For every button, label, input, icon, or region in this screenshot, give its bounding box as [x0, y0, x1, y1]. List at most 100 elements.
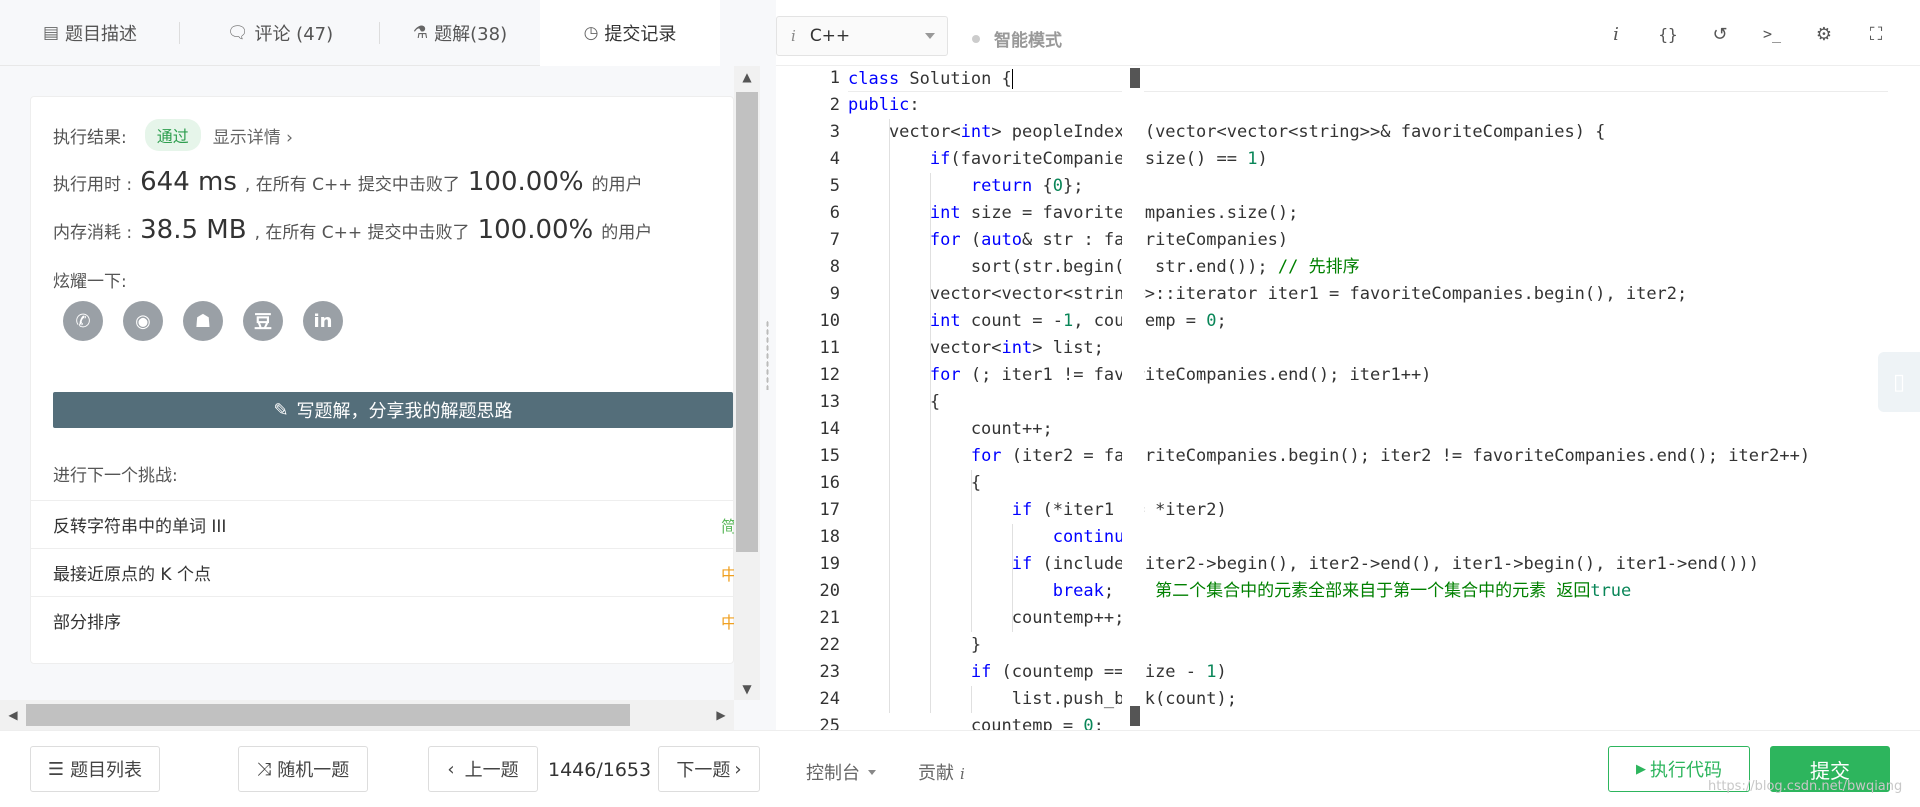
prev-problem-button[interactable]: ‹ 上一题 — [428, 746, 538, 792]
code-line[interactable]: countemp = 0; — [848, 713, 1104, 730]
code-content[interactable]: class Solution {public: vector<int> peop… — [848, 66, 1888, 730]
tab-label: 评论 (47) — [254, 24, 334, 45]
code-line[interactable]: vector<int> peopleIndexes(vector<vector<… — [848, 119, 1605, 146]
code-editor[interactable]: 1 2 3 4 5 6 7 8 9 10 11 12 13 14 15 16 17 18 19 20 21 22 23 24 2… — [776, 66, 1920, 736]
memory-percent: 100.00% — [477, 215, 594, 245]
code-line[interactable]: continue; — [848, 524, 1145, 551]
code-line[interactable]: break; // 第二个集合中的元素全部来自于第一个集合中的元素 返回true — [848, 578, 1632, 605]
reset-icon[interactable]: ↺ — [1708, 22, 1732, 46]
contribute-label: 贡献 — [918, 763, 954, 784]
memory-tail: 的用户 — [601, 222, 653, 243]
code-line[interactable]: class Solution { — [848, 66, 1888, 92]
code-line[interactable]: list.push_back(count); — [848, 686, 1237, 713]
left-vertical-scrollbar[interactable]: ▲ ▼ — [734, 66, 760, 700]
line-number: 11 — [819, 338, 840, 358]
code-line[interactable]: count++; — [848, 416, 1053, 443]
problem-list-label: 题目列表 — [70, 760, 143, 781]
chevron-left-icon: ‹ — [447, 758, 455, 780]
line-number: 5 — [829, 176, 840, 196]
tab-description[interactable]: ▤ 题目描述 — [0, 0, 180, 66]
scroll-thumb[interactable] — [26, 704, 630, 726]
code-line[interactable]: if (includes(iter2->begin(), iter2->end(… — [848, 551, 1759, 578]
editor-scrollbar[interactable] — [1122, 66, 1144, 730]
left-horizontal-scrollbar[interactable]: ◀ ▶ — [0, 700, 734, 730]
line-number: 22 — [819, 635, 840, 655]
line-number: 24 — [819, 689, 840, 709]
code-line[interactable]: if(favoriteCompanies.size() == 1) — [848, 146, 1268, 173]
code-line[interactable]: return {0}; — [848, 173, 1084, 200]
random-label: 随机一题 — [277, 760, 350, 781]
tab-comments[interactable]: 🗨 评论 (47) — [180, 0, 380, 66]
weibo-icon[interactable]: ◉ — [123, 301, 163, 341]
status-label: 执行结果: — [53, 127, 127, 148]
braces-icon[interactable]: {} — [1656, 22, 1680, 46]
indent-guide — [1011, 578, 1013, 632]
pane-splitter[interactable] — [760, 0, 776, 730]
line-number: 12 — [819, 365, 840, 385]
line-number: 4 — [829, 149, 840, 169]
scroll-down-icon[interactable]: ▼ — [734, 678, 760, 700]
info-icon[interactable]: i — [1604, 22, 1628, 46]
code-line[interactable]: { — [848, 470, 981, 497]
douban-icon[interactable]: 豆 — [243, 301, 283, 341]
qq-icon[interactable]: ☗ — [183, 301, 223, 341]
line-number: 1 — [829, 68, 840, 88]
code-line[interactable]: public: — [848, 92, 920, 119]
settings-icon[interactable]: ⚙ — [1812, 22, 1836, 46]
scroll-left-icon[interactable]: ◀ — [0, 700, 26, 730]
next-problem-button[interactable]: 下一题 › — [658, 746, 760, 792]
scroll-right-icon[interactable]: ▶ — [708, 700, 734, 730]
problem-title: 反转字符串中的单词 III — [53, 517, 227, 537]
code-line[interactable]: { — [848, 389, 940, 416]
terminal-icon[interactable]: >_ — [1760, 22, 1784, 46]
code-line[interactable]: for (auto& str : favoriteCompanies) — [848, 227, 1288, 254]
code-line[interactable]: vector<int> list; — [848, 335, 1104, 362]
tab-submissions[interactable]: ◷ 提交记录 — [540, 0, 720, 66]
indent-guide — [970, 470, 972, 632]
code-line[interactable]: int size = favoriteCompanies.size(); — [848, 200, 1298, 227]
line-number: 6 — [829, 203, 840, 223]
scroll-up-icon[interactable]: ▲ — [734, 66, 760, 88]
next-label: 下一题 — [676, 760, 731, 781]
code-line[interactable]: if (*iter1 == *iter2) — [848, 497, 1227, 524]
line-number: 2 — [829, 95, 840, 115]
scroll-thumb[interactable] — [736, 92, 758, 552]
scroll-marker — [1130, 68, 1140, 88]
shuffle-icon: ⤨ — [256, 758, 272, 780]
random-problem-button[interactable]: ⤨ 随机一题 — [238, 746, 368, 792]
line-number: 18 — [819, 527, 840, 547]
problem-list-button[interactable]: ☰ 题目列表 — [30, 746, 160, 792]
code-line[interactable]: sort(str.begin(), str.end()); // 先排序 — [848, 254, 1360, 281]
description-icon: ▤ — [42, 23, 60, 43]
console-toggle[interactable]: 控制台 — [806, 759, 876, 785]
fullscreen-icon[interactable]: ⛶ — [1864, 22, 1888, 46]
write-solution-button[interactable]: ✎ 写题解，分享我的解题思路 — [53, 392, 733, 428]
list-item[interactable]: 最接近原点的 K 个点 中 — [31, 548, 737, 596]
wechat-icon[interactable]: ✆ — [63, 301, 103, 341]
side-panel-tab[interactable]: ▯ — [1878, 352, 1920, 412]
indent-guide — [888, 119, 890, 713]
code-line[interactable]: if (countemp == size - 1) — [848, 659, 1227, 686]
code-line[interactable]: int count = -1, countemp = 0; — [848, 308, 1227, 335]
linkedin-icon[interactable]: in — [303, 301, 343, 341]
left-pane: ▤ 题目描述 🗨 评论 (47) ⚗ 题解(38) ◷ 提交记录 执行结果: 通… — [0, 0, 760, 730]
runtime-row: 执行用时 : 644 ms , 在所有 C++ 提交中击败了 100.00% 的… — [53, 167, 643, 197]
language-select[interactable]: i C++ — [776, 16, 948, 56]
smart-mode-label: 智能模式 — [994, 31, 1062, 51]
memory-row: 内存消耗 : 38.5 MB , 在所有 C++ 提交中击败了 100.00% … — [53, 215, 652, 245]
list-icon: ☰ — [47, 758, 65, 780]
list-item[interactable]: 部分排序 中 — [31, 596, 737, 644]
line-number: 19 — [819, 554, 840, 574]
line-number: 13 — [819, 392, 840, 412]
tab-solutions[interactable]: ⚗ 题解(38) — [380, 0, 540, 66]
chevron-down-icon — [868, 769, 876, 775]
code-line[interactable]: vector<vector<string>>::iterator iter1 =… — [848, 281, 1687, 308]
smart-mode-toggle[interactable]: 智能模式 — [972, 26, 1062, 51]
result-status-row: 执行结果: 通过 显示详情 › — [53, 119, 293, 151]
contribute-link[interactable]: 贡献 i — [918, 759, 965, 785]
show-details-link[interactable]: 显示详情 › — [213, 123, 293, 148]
code-line[interactable]: for (iter2 = favoriteCompanies.begin(); … — [848, 443, 1810, 470]
line-number: 8 — [829, 257, 840, 277]
code-line[interactable]: } — [848, 632, 981, 659]
list-item[interactable]: 反转字符串中的单词 III 简 — [31, 500, 737, 548]
